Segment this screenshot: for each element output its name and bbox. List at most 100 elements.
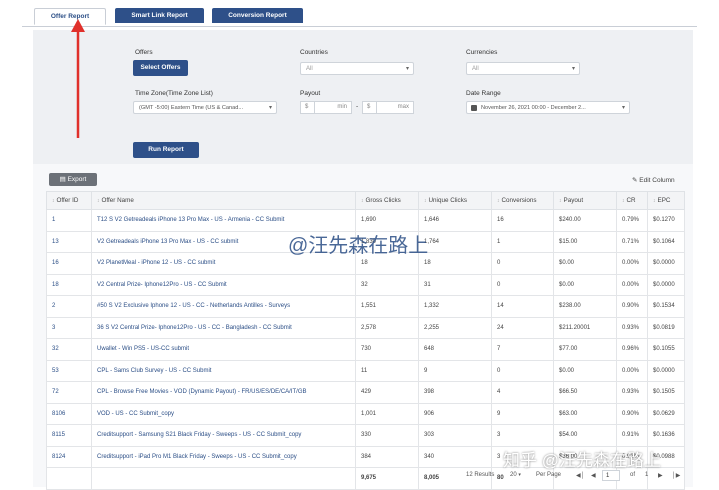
table-cell: 14 [491, 295, 554, 318]
table-cell: 0.00% [616, 359, 648, 382]
table-cell: 303 [418, 424, 492, 447]
column-header[interactable]: ↕ Payout [553, 191, 617, 210]
tab-smart-link-report[interactable]: Smart Link Report [115, 8, 204, 23]
table-row: 8115 Creditsupport - Samsung S21 Black Fr… [46, 424, 685, 447]
column-header[interactable]: ↕ EPC [647, 191, 685, 210]
table-cell: 16 [491, 209, 554, 232]
column-header-label: Offer ID [56, 197, 79, 204]
table-cell: $211.20001 [553, 316, 617, 339]
offer-name-link[interactable]: CPL - Browse Free Movies - VOD (Dynamic … [91, 381, 356, 404]
countries-select[interactable]: All ▾ [300, 62, 414, 75]
filter-panel [33, 30, 693, 164]
column-header[interactable]: ↕ Conversions [491, 191, 554, 210]
daterange-picker[interactable]: November 26, 2021 00:00 - December 2... … [466, 101, 630, 114]
offer-name-link[interactable]: VOD - US - CC Submit_copy [91, 402, 356, 425]
payout-label: Payout [300, 90, 321, 97]
offer-id-link[interactable]: 2 [46, 295, 92, 318]
offer-id-link[interactable]: 1 [46, 209, 92, 232]
table-cell: $0.0000 [647, 273, 685, 296]
payout-min-input[interactable]: $ min [300, 101, 352, 114]
page-input[interactable]: 1 [602, 470, 620, 481]
export-button[interactable]: ▤ Export [49, 173, 97, 186]
timezone-select[interactable]: (GMT -5:00) Eastern Time (US & Canad... … [133, 101, 277, 114]
table-cell: 0.96% [616, 338, 648, 361]
table-cell: 648 [418, 338, 492, 361]
countries-value: All [306, 66, 313, 72]
table-cell: 1,764 [418, 230, 492, 253]
table-row: 3 36 S V2 Central Prize- Iphone12Pro - US… [46, 316, 685, 339]
offer-id-link[interactable]: 8124 [46, 445, 92, 468]
offer-id-link[interactable]: 18 [46, 273, 92, 296]
chevron-down-icon: ▾ [405, 66, 409, 72]
chevron-down-icon: ▾ [571, 66, 575, 72]
last-page-icon[interactable]: │▶ [672, 472, 680, 479]
countries-label: Countries [300, 49, 328, 56]
table-cell: $240.00 [553, 209, 617, 232]
offer-name-link[interactable]: #50 S V2 Exclusive Iphone 12 - US - CC -… [91, 295, 356, 318]
table-cell: $0.0629 [647, 402, 685, 425]
offer-id-link[interactable]: 72 [46, 381, 92, 404]
tab-bar: Offer Report Smart Link Report Conversio… [22, 0, 697, 27]
tab-conversion-report[interactable]: Conversion Report [212, 8, 303, 23]
offers-label: Offers [135, 49, 153, 56]
table-cell: $66.50 [553, 381, 617, 404]
payout-max-input[interactable]: $ max [362, 101, 414, 114]
prev-page-icon[interactable]: ◀ [591, 472, 596, 479]
offer-id-link[interactable]: 32 [46, 338, 92, 361]
offer-name-link[interactable]: Creditsupport - Samsung S21 Black Friday… [91, 424, 356, 447]
table-cell: 9 [491, 402, 554, 425]
table-cell: 330 [355, 424, 419, 447]
offer-name-link[interactable]: T12 S V2 Getreadeals iPhone 13 Pro Max -… [91, 209, 356, 232]
table-row: 72 CPL - Browse Free Movies - VOD (Dynami… [46, 381, 685, 404]
next-page-icon[interactable]: ▶ [658, 472, 663, 479]
table-cell: 31 [418, 273, 492, 296]
run-report-button[interactable]: Run Report [133, 142, 199, 158]
column-header-label: Offer Name [101, 197, 134, 204]
column-header[interactable]: ↕ CR [616, 191, 648, 210]
table-cell: 0 [491, 359, 554, 382]
offer-name-link[interactable]: V2 Central Prize- Iphone12Pro - US - CC … [91, 273, 356, 296]
table-row: 1 T12 S V2 Getreadeals iPhone 13 Pro Max … [46, 209, 685, 232]
timezone-label: Time Zone(Time Zone List) [135, 90, 213, 97]
currencies-select[interactable]: All ▾ [466, 62, 580, 75]
edit-column-button[interactable]: ✎ Edit Column [632, 176, 675, 184]
offer-id-link[interactable]: 3 [46, 316, 92, 339]
offer-id-link[interactable]: 13 [46, 230, 92, 253]
column-header-label: Payout [563, 197, 584, 204]
column-header[interactable]: ↕ Offer Name [91, 191, 356, 210]
export-label: Export [67, 176, 87, 183]
table-cell: 1,551 [355, 295, 419, 318]
column-header[interactable]: ↕ Offer ID [46, 191, 92, 210]
column-header[interactable]: ↕ Gross Clicks [355, 191, 419, 210]
offer-id-link[interactable]: 8106 [46, 402, 92, 425]
results-count: 12 Results [466, 472, 495, 478]
table-cell: 0.79% [616, 209, 648, 232]
offer-id-link[interactable]: 16 [46, 252, 92, 275]
offer-name-link[interactable]: 36 S V2 Central Prize- Iphone12Pro - US … [91, 316, 356, 339]
select-offers-button[interactable]: Select Offers [133, 60, 188, 76]
offer-id-link[interactable]: 8115 [46, 424, 92, 447]
first-page-icon[interactable]: ◀│ [576, 472, 584, 479]
table-cell: 1,646 [418, 209, 492, 232]
table-cell: $238.00 [553, 295, 617, 318]
daterange-label: Date Range [466, 90, 501, 97]
table-cell: 0 [491, 273, 554, 296]
column-header[interactable]: ↕ Unique Clicks [418, 191, 492, 210]
column-header-label: EPC [657, 197, 671, 204]
table-cell: $0.00 [553, 252, 617, 275]
offer-name-link[interactable]: CPL - Sams Club Survey - US - CC Submit [91, 359, 356, 382]
offer-name-link[interactable]: Uwallet - Win PS5 - US-CC submit [91, 338, 356, 361]
watermark-corner: 知乎 @汪先森在路上 [503, 451, 661, 470]
daterange-value: November 26, 2021 00:00 - December 2... [481, 105, 586, 111]
table-cell: 1,332 [418, 295, 492, 318]
table-cell: $0.1055 [647, 338, 685, 361]
chevron-down-icon: ▾ [518, 472, 521, 478]
table-cell: 1 [491, 230, 554, 253]
offer-id-link[interactable]: 53 [46, 359, 92, 382]
sort-icon: ↕ [424, 198, 427, 204]
table-cell: $54.00 [553, 424, 617, 447]
payout-currency: $ [305, 104, 309, 110]
per-page-select[interactable]: 20 ▾ [510, 472, 521, 478]
offer-name-link[interactable]: Creditsupport - iPad Pro M1 Black Friday… [91, 445, 356, 468]
table-cell: $63.00 [553, 402, 617, 425]
